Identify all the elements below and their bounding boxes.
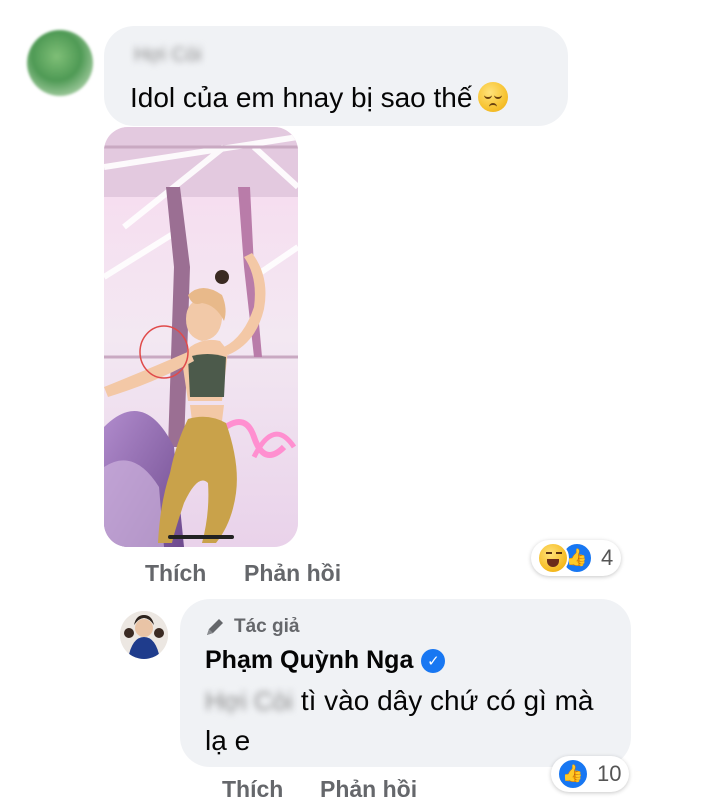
comment-text-content: Idol của em hnay bị sao thế	[130, 82, 473, 113]
reply-reactions[interactable]: 👍 10	[551, 756, 630, 792]
reply-bubble: Tác giả Phạm Quỳnh Nga ✓ Hợi Còi tì vào d…	[180, 599, 631, 767]
comment-bubble: Hợi Còi Idol của em hnay bị sao thế	[104, 26, 568, 126]
reply-like-link[interactable]: Thích	[222, 776, 283, 803]
like-icon: 👍	[557, 758, 589, 790]
author-badge: Tác giả	[204, 616, 299, 638]
comment-reply-link[interactable]: Phản hồi	[244, 560, 341, 587]
comment-text: Idol của em hnay bị sao thế	[130, 81, 509, 115]
reply-author-name[interactable]: Phạm Quỳnh Nga	[205, 646, 413, 675]
reply-reaction-count: 10	[597, 761, 622, 786]
verified-badge-icon: ✓	[421, 648, 446, 673]
comment-like-link[interactable]: Thích	[145, 560, 206, 587]
reply-author-name-row: Phạm Quỳnh Nga ✓	[205, 646, 446, 675]
reply-text: Hợi Còi tì vào dây chứ có gì mà lạ e	[205, 681, 615, 761]
comment-reactions[interactable]: 👍 4	[531, 540, 622, 576]
comment-photo[interactable]	[104, 127, 298, 547]
sad-face-emoji-icon	[478, 82, 509, 112]
commenter-name[interactable]: Hợi Còi	[134, 44, 202, 67]
haha-icon	[537, 542, 569, 574]
pen-icon	[207, 619, 223, 635]
reply-author-avatar[interactable]	[120, 611, 168, 659]
author-badge-label: Tác giả	[234, 616, 300, 637]
commenter-avatar[interactable]	[27, 30, 93, 96]
reply-reply-link[interactable]: Phản hồi	[320, 776, 417, 803]
comment-reaction-count: 4	[601, 545, 614, 570]
reply-mention[interactable]: Hợi Còi	[205, 681, 293, 721]
